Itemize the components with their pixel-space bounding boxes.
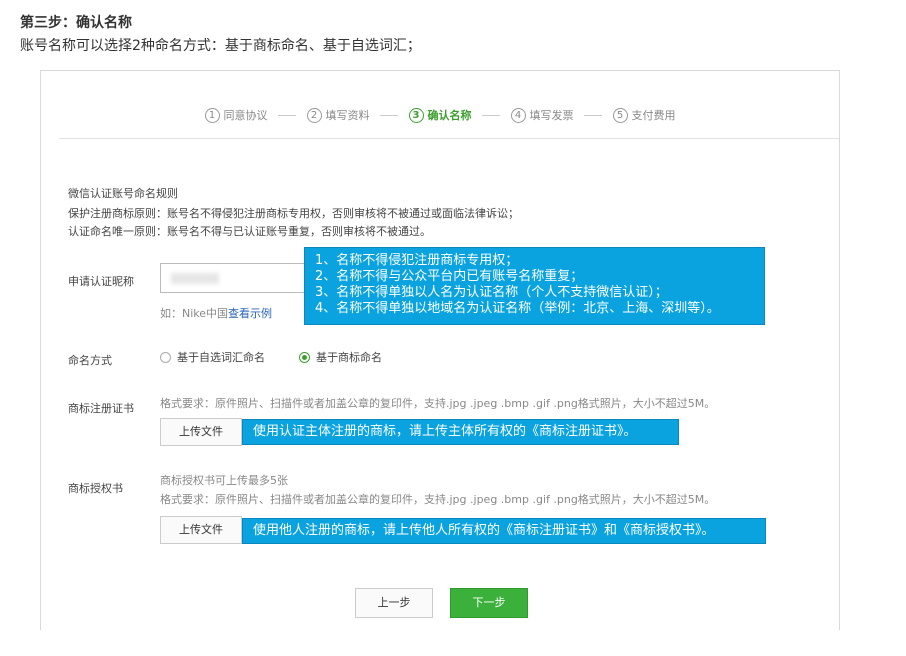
step-label: 填写资料 [325,109,370,122]
step-label: 确认名称 [427,109,472,122]
auth-format-note: 格式要求：原件照片、扫描件或者加盖公章的复印件，支持.jpg .jpeg .bm… [160,493,716,506]
step-label: 填写发票 [529,109,574,122]
nickname-hint: 如：Nike中国查看示例 [160,305,272,321]
upload-auth-button[interactable]: 上传文件 [160,516,242,544]
step-payment: 5 支付费用 [612,107,676,123]
callout-line: 4、名称不得单独以地域名为认证名称（举例：北京、上海、深圳等）。 [315,301,720,316]
steps-divider [59,138,839,139]
form-frame: 1 同意协议 2 填写资料 3 确认名称 4 填写发票 5 支付费用 微信认证账号命名规则… [40,70,840,630]
step-invoice: 4 填写发票 [510,107,574,123]
auth-callout: 使用他人注册的商标，请上传他人所有权的《商标注册证书》和《商标授权书》。 [242,518,766,544]
nickname-rules-callout: 1、名称不得侵犯注册商标专用权； 2、名称不得与公众平台内已有账号名称重复； 3… [304,247,765,325]
naming-label: 命名方式 [68,354,112,367]
rule-unique: 认证命名唯一原则：账号名不得与已认证账号重复，否则审核将不被通过。 [68,225,431,238]
radio-unchecked-icon [160,351,171,363]
callout-line: 2、名称不得与公众平台内已有账号名称重复； [315,269,584,284]
step-number: 1 [204,107,220,123]
auth-limit-note: 商标授权书可上传最多5张 [160,474,288,487]
step-info: 2 填写资料 [306,107,370,123]
prev-step-button[interactable]: 上一步 [355,588,433,618]
step-separator [278,114,296,116]
step-confirm-name: 3 确认名称 [408,107,472,123]
step-number: 5 [612,107,628,123]
radio-trademark[interactable]: 基于商标命名 [299,349,382,365]
page-description: 账号名称可以选择2种命名方式：基于商标命名、基于自选词汇； [20,38,421,54]
nickname-input[interactable] [160,263,320,293]
nickname-label: 申请认证昵称 [68,275,134,288]
cert-format-note: 格式要求：原件照片、扫描件或者加盖公章的复印件，支持.jpg .jpeg .bm… [160,397,716,410]
step-label: 同意协议 [223,109,268,122]
naming-rules: 微信认证账号命名规则 保护注册商标原则：账号名不得侵犯注册商标专用权，否则审核将… [68,185,519,241]
trademark-cert-label: 商标注册证书 [68,402,134,415]
step-number: 3 [408,107,424,123]
step-separator [584,114,602,116]
callout-line: 1、名称不得侵犯注册商标专用权； [315,253,519,268]
step-agreement: 1 同意协议 [204,107,268,123]
step-separator [380,114,398,116]
step-number: 2 [306,107,322,123]
hint-example: 如：Nike中国 [160,307,229,320]
callout-line: 3、名称不得单独以人名为认证名称（个人不支持微信认证）； [315,285,668,300]
cert-callout: 使用认证主体注册的商标，请上传主体所有权的《商标注册证书》。 [242,419,679,445]
blurred-value [171,273,219,284]
progress-steps: 1 同意协议 2 填写资料 3 确认名称 4 填写发票 5 支付费用 [41,107,839,123]
rules-title: 微信认证账号命名规则 [68,187,178,200]
rule-trademark: 保护注册商标原则：账号名不得侵犯注册商标专用权，否则审核将不被通过或面临法律诉讼… [68,207,519,220]
step-label: 支付费用 [631,109,676,122]
step-separator [482,114,500,116]
step-number: 4 [510,107,526,123]
trademark-auth-label: 商标授权书 [68,482,123,495]
radio-label: 基于自选词汇命名 [177,351,265,364]
view-example-link[interactable]: 查看示例 [228,307,272,320]
radio-checked-icon [299,351,310,363]
next-step-button[interactable]: 下一步 [450,588,528,618]
radio-label: 基于商标命名 [316,351,382,364]
page-title: 第三步：确认名称 [20,15,132,31]
radio-custom-words[interactable]: 基于自选词汇命名 [160,349,265,365]
upload-cert-button[interactable]: 上传文件 [160,418,242,446]
